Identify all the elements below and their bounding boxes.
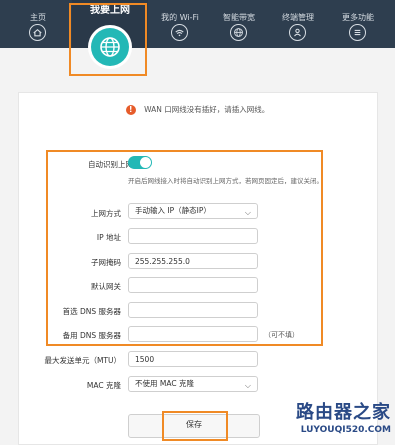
dns1-label: 首选 DNS 服务器 [62,307,121,316]
ip-input[interactable] [128,228,258,244]
internet-globe-icon[interactable] [91,28,129,66]
watermark: 路由器之家 LUYOUQI520.COM [279,402,391,436]
gateway-label: 默认网关 [91,282,121,291]
connection-type-label: 上网方式 [91,209,121,218]
mask-label: 子网掩码 [91,258,121,267]
save-button[interactable]: 保存 [128,414,260,438]
connection-type-select[interactable]: 手动输入 IP（静态IP） ⌵ [128,203,258,219]
top-nav: 主页 我要上网 我的 Wi-Fi 智能带宽 终端管理 更多功能 [0,0,395,48]
nav-wifi-label: 我的 Wi-Fi [161,13,199,22]
toggle-knob [140,157,151,168]
warning-text: WAN 口网线没有插好，请插入网线。 [144,105,270,114]
dns2-optional-note: （可不填） [264,331,299,339]
globe-icon [230,24,247,41]
nav-wifi[interactable]: 我的 Wi-Fi [155,0,205,48]
mac-clone-label: MAC 克隆 [86,381,121,390]
nav-home-label: 主页 [30,13,46,22]
warning-icon: ! [125,104,136,115]
nav-more[interactable]: 更多功能 [333,0,383,48]
menu-icon [349,24,366,41]
nav-devices-label: 终端管理 [282,13,314,22]
chevron-down-icon: ⌵ [244,208,251,217]
connection-type-value: 手动输入 IP（静态IP） [135,206,211,215]
auto-detect-hint: 开启后网线接入时将自动识别上网方式，若网页固定后，建议关闭。 [128,177,323,185]
dns1-input[interactable] [128,302,258,318]
dns2-label: 备用 DNS 服务器 [62,331,121,340]
nav-devices[interactable]: 终端管理 [273,0,323,48]
wifi-icon [171,24,188,41]
watermark-url: LUYOUQI520.COM [300,425,391,435]
nav-bandwidth-label: 智能带宽 [223,13,255,22]
wan-warning: ! WAN 口网线没有插好，请插入网线。 [0,104,395,115]
nav-more-label: 更多功能 [342,13,374,22]
mtu-label: 最大发送单元（MTU） [44,356,121,365]
mtu-input[interactable] [128,351,258,367]
nav-internet-label: 我要上网 [90,5,130,16]
nav-home[interactable]: 主页 [13,0,63,48]
gateway-input[interactable] [128,277,258,293]
dns2-input[interactable] [128,326,258,342]
mac-clone-select[interactable]: 不使用 MAC 克隆 ⌵ [128,376,258,392]
mask-input[interactable] [128,253,258,269]
nav-bandwidth[interactable]: 智能带宽 [214,0,264,48]
auto-detect-toggle[interactable] [128,156,152,169]
user-icon [289,24,306,41]
mac-clone-value: 不使用 MAC 克隆 [135,379,194,388]
ip-label: IP 地址 [96,233,121,242]
watermark-title: 路由器之家 [296,402,391,423]
home-icon [29,24,46,41]
chevron-down-icon: ⌵ [244,381,251,390]
